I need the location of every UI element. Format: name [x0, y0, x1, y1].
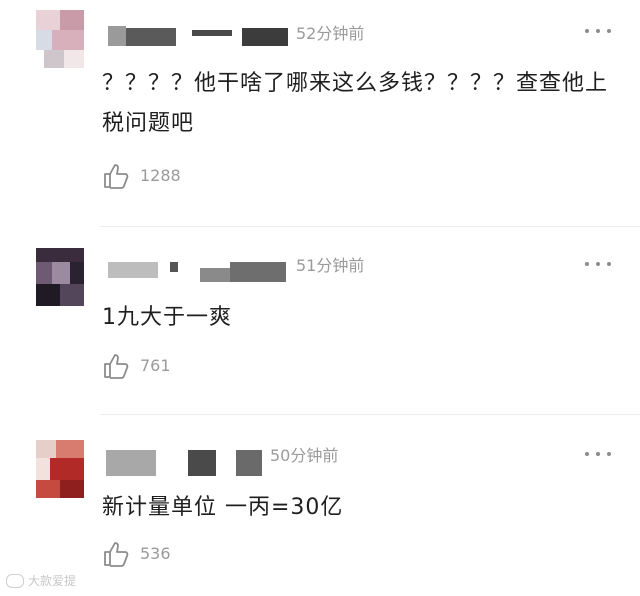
comment-text: 1九大于一爽 — [102, 305, 232, 330]
avatar-pixel — [36, 440, 56, 458]
redaction-block — [230, 262, 286, 282]
divider — [100, 414, 640, 415]
like-count: 536 — [140, 544, 171, 563]
redaction-block — [108, 26, 126, 46]
avatar[interactable] — [36, 440, 84, 498]
more-options-icon[interactable] — [585, 450, 611, 458]
avatar-pixel — [44, 50, 64, 68]
comment-item: 51分钟前 1九大于一爽 761 — [0, 228, 640, 414]
thumbs-up-icon — [104, 164, 129, 189]
comment-time: 52分钟前 — [296, 24, 365, 43]
comment-time: 51分钟前 — [296, 256, 365, 275]
username-redacted[interactable] — [104, 24, 292, 48]
avatar-pixel — [52, 262, 70, 284]
redaction-block — [200, 268, 230, 282]
watermark-logo-icon — [6, 573, 24, 588]
avatar-pixel — [36, 30, 52, 50]
comment-time: 50分钟前 — [270, 446, 339, 465]
avatar-pixel — [60, 284, 84, 306]
avatar-pixel — [36, 284, 60, 306]
redaction-block — [236, 450, 262, 476]
comment-text: ？？？？他干啥了哪来这么多钱？？？？查查他上税问题吧 — [102, 71, 609, 136]
redaction-block — [242, 28, 288, 46]
avatar-pixel — [52, 30, 84, 50]
redaction-block — [170, 262, 178, 272]
like-button[interactable]: 1288 — [102, 162, 181, 190]
avatar-pixel — [36, 262, 52, 284]
redaction-block — [188, 450, 216, 476]
avatar-pixel — [60, 10, 84, 30]
watermark: 大款爱提 — [6, 572, 76, 589]
avatar-pixel — [70, 262, 84, 284]
more-options-icon[interactable] — [585, 27, 611, 35]
thumbs-up-icon — [104, 542, 129, 567]
comment-text: 新计量单位 一丙=30亿 — [102, 495, 344, 520]
username-redacted[interactable] — [104, 260, 290, 284]
avatar-pixel — [50, 458, 84, 480]
like-count: 761 — [140, 356, 171, 375]
avatar-pixel — [64, 50, 84, 68]
like-button[interactable]: 536 — [102, 540, 171, 568]
avatar[interactable] — [36, 248, 84, 306]
comment-item: 52分钟前 ？？？？他干啥了哪来这么多钱？？？？查查他上税问题吧 1288 — [0, 0, 640, 226]
redaction-block — [106, 450, 156, 476]
avatar[interactable] — [36, 10, 84, 68]
more-options-icon[interactable] — [585, 260, 611, 268]
redaction-block — [126, 28, 176, 46]
username-redacted[interactable] — [104, 446, 266, 476]
like-count: 1288 — [140, 166, 181, 185]
avatar-pixel — [36, 248, 84, 262]
comment-item: 50分钟前 新计量单位 一丙=30亿 536 — [0, 416, 640, 596]
avatar-pixel — [60, 480, 84, 498]
divider — [100, 226, 640, 227]
avatar-pixel — [56, 440, 84, 458]
like-button[interactable]: 761 — [102, 352, 171, 380]
avatar-pixel — [36, 10, 60, 30]
redaction-block — [108, 262, 158, 278]
redaction-block — [192, 30, 232, 36]
avatar-pixel — [36, 480, 60, 498]
thumbs-up-icon — [104, 354, 129, 379]
avatar-pixel — [36, 458, 50, 480]
watermark-text: 大款爱提 — [28, 574, 77, 588]
